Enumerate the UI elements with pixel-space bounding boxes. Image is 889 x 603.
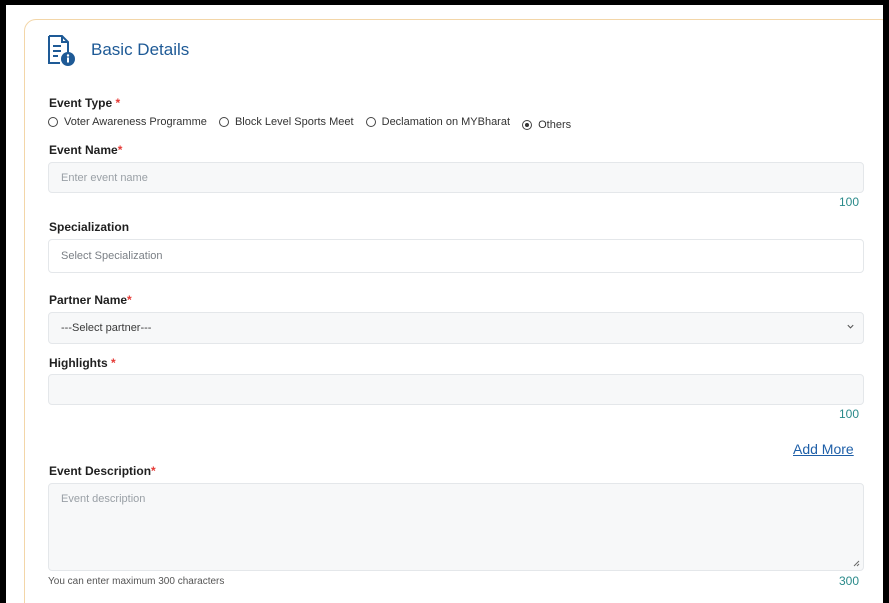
event-name-label: Event Name* (49, 143, 123, 157)
radio-block-level-sports[interactable]: Block Level Sports Meet (218, 116, 354, 128)
event-description-label: Event Description* (49, 464, 156, 478)
specialization-select[interactable]: Select Specialization (48, 239, 864, 273)
page: Basic Details Event Type * Voter Awarene… (6, 5, 883, 603)
event-type-radio-group: Voter Awareness Programme Block Level Sp… (48, 116, 580, 131)
chevron-down-icon (847, 324, 854, 329)
event-description-counter: 300 (838, 574, 859, 588)
event-type-label: Event Type * (49, 96, 121, 110)
section-title: Basic Details (91, 40, 190, 59)
radio-declamation[interactable]: Declamation on MYBharat (365, 116, 510, 128)
highlights-input[interactable] (48, 374, 864, 405)
radio-others[interactable]: Others (522, 119, 571, 131)
partner-name-label: Partner Name* (49, 293, 132, 307)
event-name-input[interactable]: Enter event name (48, 162, 864, 193)
resize-handle-icon[interactable] (853, 560, 860, 567)
radio-voter-awareness[interactable]: Voter Awareness Programme (48, 116, 207, 128)
specialization-label: Specialization (49, 220, 130, 234)
description-hint: You can enter maximum 300 characters (48, 576, 225, 587)
add-more-link[interactable]: Add More (793, 441, 854, 457)
highlights-label: Highlights * (49, 356, 116, 370)
highlights-counter: 100 (838, 407, 859, 421)
event-name-counter: 100 (838, 195, 859, 209)
document-info-icon (48, 35, 75, 66)
event-description-textarea[interactable]: Event description (48, 483, 864, 571)
partner-name-select[interactable]: ---Select partner--- (48, 312, 864, 344)
